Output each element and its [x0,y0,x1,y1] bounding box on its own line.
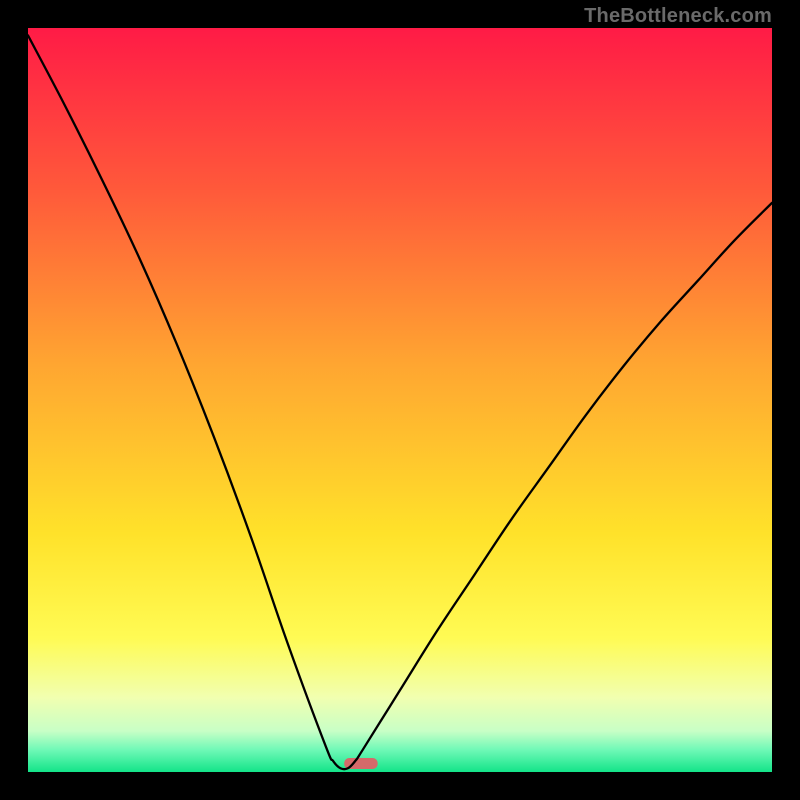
watermark-text: TheBottleneck.com [584,5,772,28]
gradient-background [28,28,772,772]
chart-plot-area [28,28,772,772]
chart-svg [28,28,772,772]
chart-outer-frame: TheBottleneck.com [0,0,800,800]
